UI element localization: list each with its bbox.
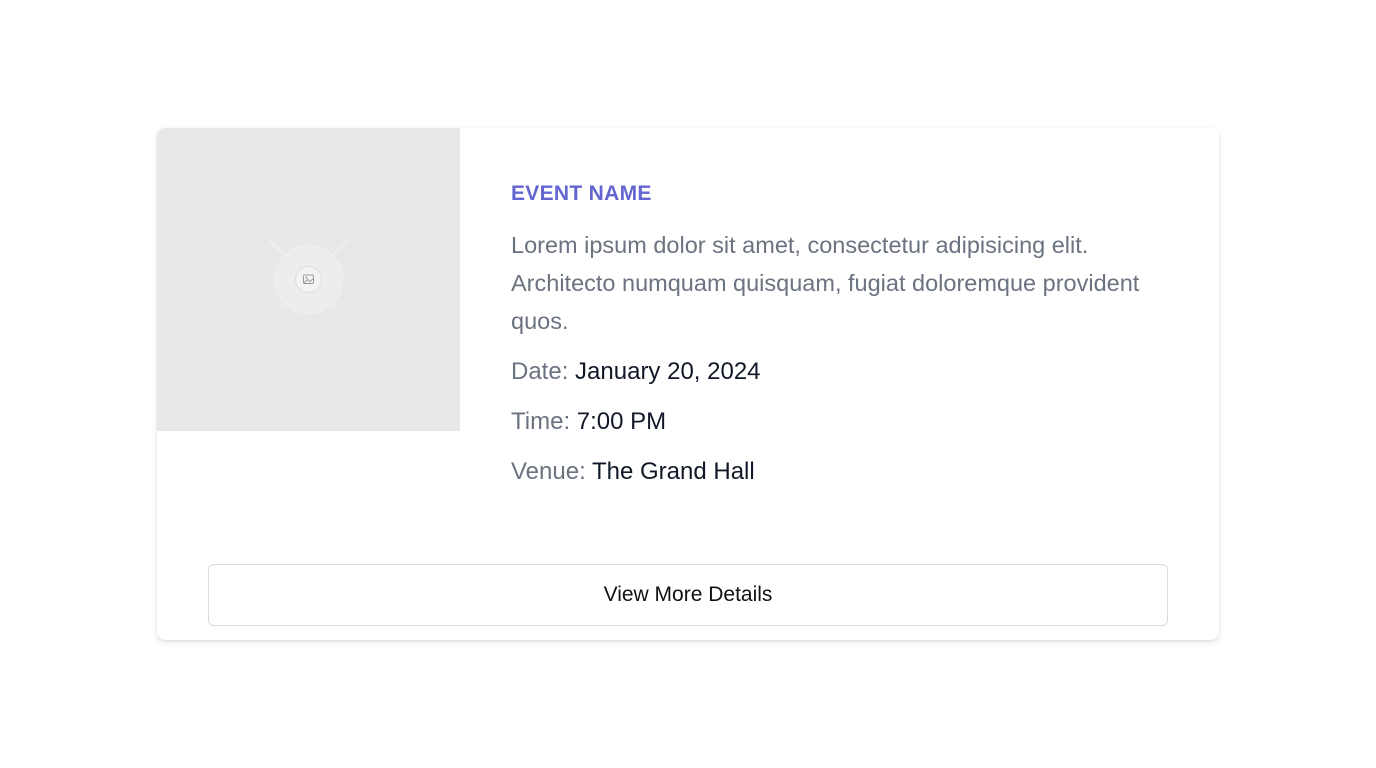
image-icon: [268, 239, 349, 320]
view-more-details-button[interactable]: View More Details: [208, 564, 1168, 626]
time-value: 7:00 PM: [576, 408, 667, 435]
event-date: Date: January 20, 2024: [511, 356, 1171, 388]
date-label: Date:: [511, 358, 569, 385]
event-card: EVENT NAME Lorem ipsum dolor sit amet, c…: [157, 128, 1219, 640]
event-description: Lorem ipsum dolor sit amet, consectetur …: [511, 232, 1140, 334]
event-time: Time: 7:00 PM: [511, 406, 1171, 438]
event-venue: Venue: The Grand Hall: [511, 456, 1171, 488]
event-image-placeholder: [157, 128, 460, 431]
venue-value: The Grand Hall: [591, 458, 755, 485]
event-content: EVENT NAME Lorem ipsum dolor sit amet, c…: [511, 180, 1171, 488]
date-value: January 20, 2024: [575, 358, 761, 385]
venue-label: Venue:: [511, 458, 586, 485]
time-label: Time:: [511, 408, 571, 435]
event-name: EVENT NAME: [511, 182, 652, 205]
